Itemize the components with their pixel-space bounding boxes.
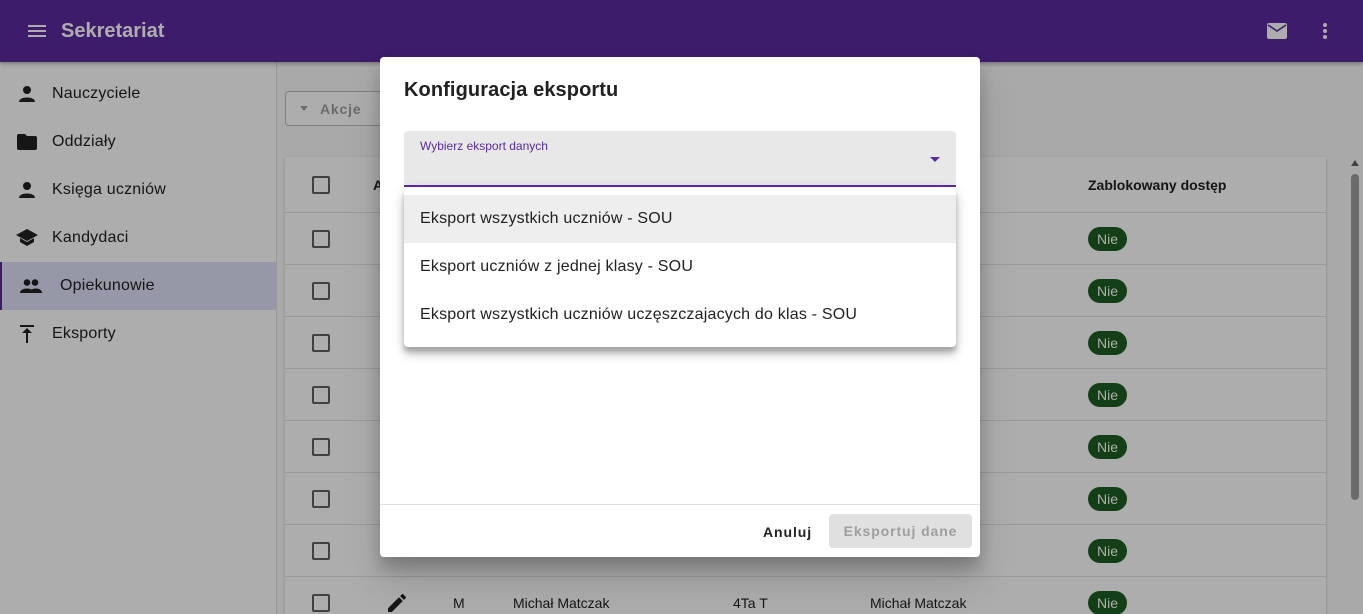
export-data-button[interactable]: Eksportuj dane (829, 514, 972, 548)
cancel-button[interactable]: Anuluj (753, 515, 822, 549)
dialog-actions: Anuluj Eksportuj dane (380, 504, 980, 557)
dropdown-arrow-icon[interactable] (930, 157, 940, 162)
menu-item-export-one-class[interactable]: Eksport uczniów z jednej klasy - SOU (404, 243, 956, 291)
export-type-select[interactable]: Wybierz eksport danych (404, 131, 956, 187)
dialog-title: Konfiguracja eksportu (404, 79, 619, 101)
menu-item-export-all-students[interactable]: Eksport wszystkich uczniów - SOU (404, 195, 956, 243)
select-label: Wybierz eksport danych (420, 139, 548, 153)
menu-item-export-attending-students[interactable]: Eksport wszystkich uczniów uczęszczajacy… (404, 291, 956, 339)
export-options-menu: Eksport wszystkich uczniów - SOU Eksport… (404, 188, 956, 347)
